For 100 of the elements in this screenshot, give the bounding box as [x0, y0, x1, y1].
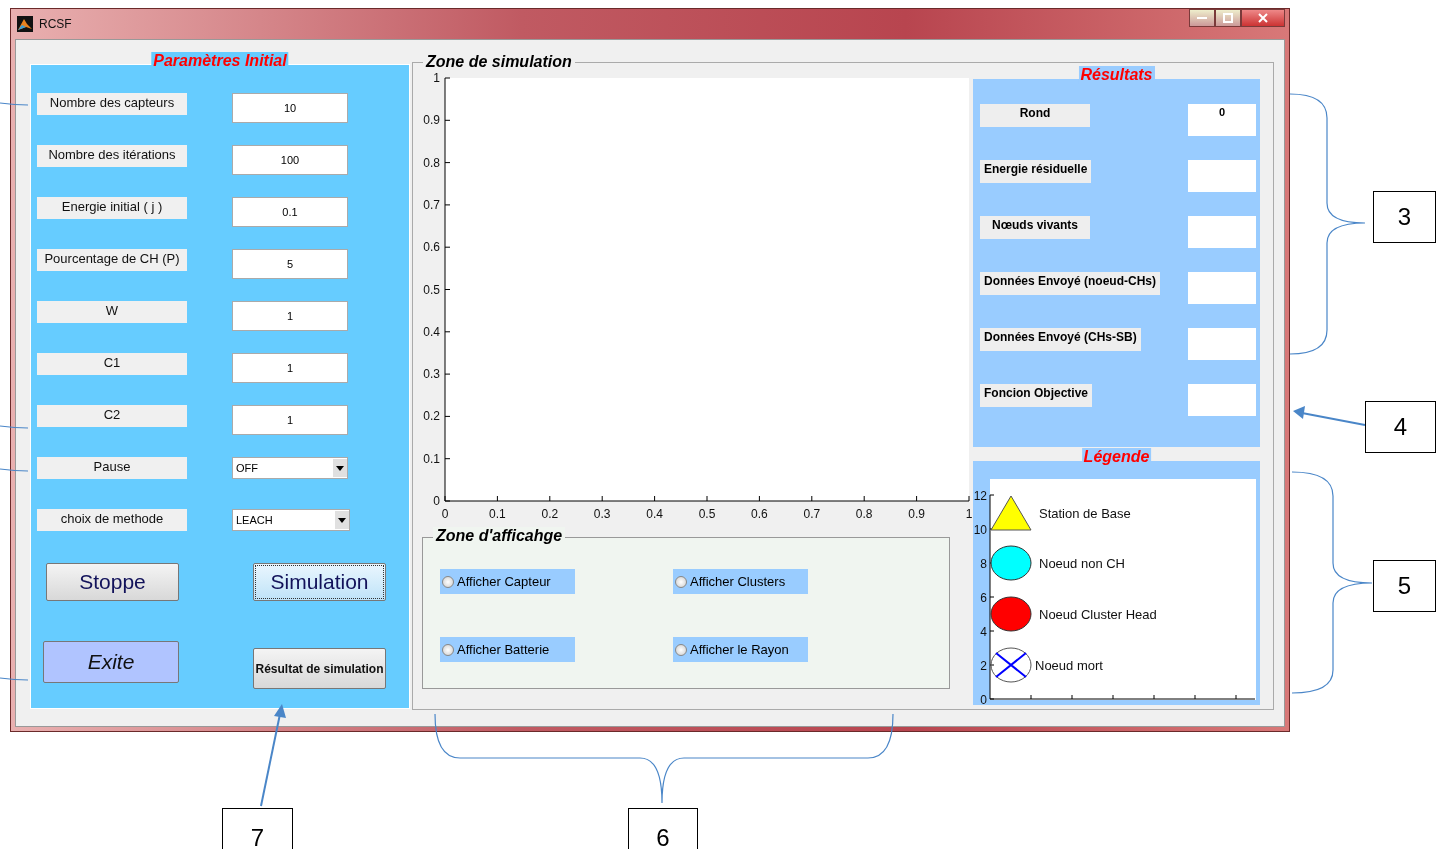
tick-label: 0.9 — [423, 113, 440, 128]
maximize-button[interactable] — [1215, 9, 1241, 27]
result-label: Rond — [980, 104, 1090, 127]
field-label: C1 — [37, 353, 187, 375]
dropdown-value: LEACH — [236, 514, 273, 526]
input-field[interactable]: 1 — [232, 353, 348, 383]
result-field[interactable] — [1188, 160, 1256, 192]
input-field[interactable]: 5 — [232, 249, 348, 279]
result-field[interactable]: 0 — [1188, 104, 1256, 136]
tick-label: 0 — [980, 693, 987, 705]
radio-button[interactable] — [675, 643, 687, 656]
tick-label: 0.7 — [423, 197, 440, 212]
legend-label: Noeud mort — [1035, 658, 1103, 673]
close-button[interactable] — [1241, 9, 1285, 27]
tick-label: 1 — [965, 507, 973, 521]
tick-label: 0.4 — [423, 324, 440, 339]
radio-button[interactable] — [442, 643, 454, 656]
callout-number: 3 — [1373, 191, 1436, 243]
field-label: choix de methode — [37, 509, 187, 531]
option-label: Afficher Capteur — [457, 574, 551, 589]
result-label: Données Envoyé (noeud-CHs) — [980, 272, 1161, 295]
leader-line — [0, 677, 29, 681]
callout-number: 6 — [628, 808, 698, 849]
tick-label: 8 — [980, 557, 987, 571]
close-icon — [1258, 13, 1268, 23]
result-field[interactable] — [1188, 216, 1256, 248]
tick-label: 0.3 — [593, 507, 611, 521]
tick-label: 0 — [441, 507, 449, 521]
input-field[interactable]: 0.1 — [232, 197, 348, 227]
push-button[interactable]: Simulation — [253, 563, 386, 601]
tick-label: 10 — [973, 523, 987, 537]
option-label: Afficher Clusters — [690, 574, 786, 589]
result-label: Foncion Objective — [980, 384, 1092, 407]
radio-option[interactable]: Afficher le Rayon — [673, 637, 808, 662]
callout-number: 7 — [222, 808, 293, 849]
panel-title: Légende — [1081, 448, 1152, 466]
input-field[interactable]: 100 — [232, 145, 348, 175]
tick-label: 0.4 — [646, 507, 663, 521]
field-label: Pause — [37, 457, 187, 479]
result-field[interactable] — [1188, 328, 1256, 360]
push-button[interactable]: Stoppe — [46, 563, 179, 601]
tick-label: 0.1 — [489, 507, 506, 521]
result-label: Energie résiduelle — [980, 160, 1092, 183]
callout-number: 4 — [1365, 401, 1436, 453]
radio-option[interactable]: Afficher Batterie — [440, 637, 575, 662]
tick-label: 0.8 — [855, 507, 873, 521]
tick-label: 1 — [433, 71, 440, 85]
dropdown[interactable]: LEACH — [232, 509, 350, 531]
tick-label: 2 — [980, 659, 987, 673]
peak-icon — [17, 16, 33, 32]
tick-label: 0.6 — [751, 507, 768, 521]
result-field[interactable] — [1188, 384, 1256, 416]
tick-label: 0.5 — [698, 507, 716, 521]
minimize-button[interactable] — [1189, 9, 1215, 27]
tick-label: 0 — [433, 494, 440, 508]
field-label: Energie initial ( j ) — [37, 197, 187, 219]
radio-button[interactable] — [442, 575, 454, 588]
tick-label: 0.9 — [908, 507, 925, 521]
tick-label: 4 — [980, 625, 987, 639]
option-label: Afficher Batterie — [457, 642, 550, 657]
tick-label: 12 — [973, 489, 987, 503]
tick-label: 0.6 — [423, 240, 440, 255]
legend-label: Station de Base — [1039, 506, 1131, 521]
tick-label: 0.8 — [423, 155, 440, 170]
field-label: C2 — [37, 405, 187, 427]
tick-label: 0.3 — [423, 367, 440, 382]
input-field[interactable]: 1 — [232, 301, 348, 331]
maximize-icon — [1223, 13, 1233, 23]
field-label: Pourcentage de CH (P) — [37, 249, 187, 271]
result-field[interactable] — [1188, 272, 1256, 304]
legend-label: Noeud non CH — [1039, 556, 1125, 571]
field-label: Nombre des itérations — [37, 145, 187, 167]
tick-label: 0.5 — [423, 282, 440, 297]
radio-option[interactable]: Afficher Clusters — [673, 569, 808, 594]
leader-line — [0, 468, 29, 472]
legend-label: Noeud Cluster Head — [1039, 607, 1157, 622]
leader-line — [0, 425, 29, 429]
tick-label: 6 — [980, 591, 987, 605]
window-title: RCSF — [39, 17, 72, 31]
radio-button[interactable] — [675, 575, 687, 588]
leader-line — [0, 102, 29, 106]
radio-option[interactable]: Afficher Capteur — [440, 569, 575, 594]
result-label: Nœuds vivants — [980, 216, 1090, 239]
dropdown[interactable]: OFF — [232, 457, 348, 479]
tick-label: 0.1 — [423, 451, 440, 466]
tick-label: 0.2 — [423, 409, 440, 424]
option-label: Afficher le Rayon — [690, 642, 789, 657]
group-title: Zone d'afficahge — [433, 527, 566, 545]
input-field[interactable]: 1 — [232, 405, 348, 435]
result-label: Données Envoyé (CHs-SB) — [980, 328, 1141, 351]
tick-label: 0.7 — [803, 507, 821, 521]
input-field[interactable]: 10 — [232, 93, 348, 123]
field-label: W — [37, 301, 187, 323]
field-label: Nombre des capteurs — [37, 93, 187, 115]
push-button[interactable]: Exite — [43, 641, 179, 683]
tick-label: 0.2 — [541, 507, 559, 521]
dropdown-value: OFF — [236, 462, 258, 474]
push-button[interactable]: Résultat de simulation — [253, 648, 386, 689]
minimize-icon — [1196, 17, 1208, 19]
callout-number: 5 — [1373, 560, 1436, 612]
